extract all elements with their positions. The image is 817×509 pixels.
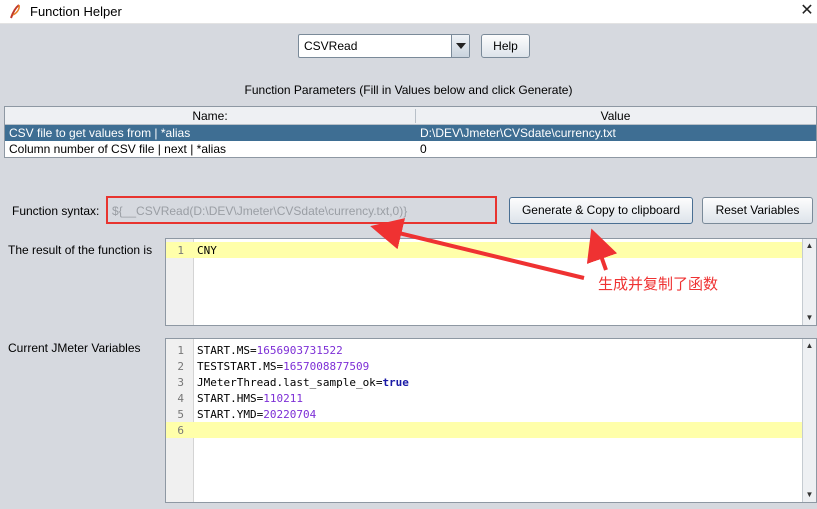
parameters-table: Name: Value CSV file to get values from … xyxy=(4,106,817,158)
variable-value: 20220704 xyxy=(263,408,317,421)
column-header-name[interactable]: Name: xyxy=(5,109,415,123)
vertical-scrollbar[interactable]: ▲ ▼ xyxy=(802,339,816,502)
param-name: CSV file to get values from | *alias xyxy=(9,126,191,140)
table-row[interactable]: CSV file to get values from | *alias D:\… xyxy=(5,125,816,141)
variable-value: 1656903731522 xyxy=(256,344,343,357)
code-line: 2 TESTSTART.MS=1657008877509 xyxy=(166,358,802,374)
column-header-value[interactable]: Value xyxy=(415,109,815,123)
code-line: 1 CNY xyxy=(166,242,802,258)
variable-entry: START.HMS=110211 xyxy=(197,392,303,405)
result-editor[interactable]: 1 CNY ▲ ▼ xyxy=(165,238,817,326)
function-syntax-field[interactable]: ${__CSVRead(D:\DEV\Jmeter\CVSdate\curren… xyxy=(106,196,497,224)
line-number: 3 xyxy=(177,376,184,389)
variable-entry: JMeterThread.last_sample_ok=true xyxy=(197,376,409,389)
function-select[interactable]: CSVRead xyxy=(298,34,470,58)
variable-entry: TESTSTART.MS=1657008877509 xyxy=(197,360,370,373)
line-number: 6 xyxy=(177,424,184,437)
feather-icon xyxy=(10,4,20,19)
table-row[interactable]: Column number of CSV file | next | *alia… xyxy=(5,141,816,157)
line-number: 1 xyxy=(177,244,184,257)
line-number: 2 xyxy=(177,360,184,373)
function-syntax-label: Function syntax: xyxy=(12,204,100,218)
window-title: Function Helper xyxy=(30,4,122,19)
variable-value: 1657008877509 xyxy=(283,360,370,373)
code-line: 5 START.YMD=20220704 xyxy=(166,406,802,422)
result-label: The result of the function is xyxy=(8,243,153,257)
table-header: Name: Value xyxy=(5,107,816,125)
code-line: 4 START.HMS=110211 xyxy=(166,390,802,406)
param-value[interactable]: 0 xyxy=(420,142,427,156)
code-line: 1 START.MS=1656903731522 xyxy=(166,342,802,358)
close-icon[interactable]: ✕ xyxy=(798,2,816,20)
variable-value: 110211 xyxy=(263,392,303,405)
variable-value: true xyxy=(382,376,409,389)
code-line: 3 JMeterThread.last_sample_ok=true xyxy=(166,374,802,390)
result-text: CNY xyxy=(197,244,217,257)
generate-copy-button[interactable]: Generate & Copy to clipboard xyxy=(509,197,693,224)
variable-key: TESTSTART.MS xyxy=(197,360,277,373)
param-value[interactable]: D:\DEV\Jmeter\CVSdate\currency.txt xyxy=(420,126,616,140)
line-number: 5 xyxy=(177,408,184,421)
param-name: Column number of CSV file | next | *alia… xyxy=(9,142,226,156)
reset-variables-button[interactable]: Reset Variables xyxy=(702,197,813,224)
scroll-up-icon[interactable]: ▲ xyxy=(805,241,814,251)
help-button[interactable]: Help xyxy=(481,34,530,58)
scroll-up-icon[interactable]: ▲ xyxy=(805,341,814,351)
scroll-down-icon[interactable]: ▼ xyxy=(805,490,814,500)
variable-key: START.HMS xyxy=(197,392,257,405)
chevron-down-icon[interactable] xyxy=(451,35,469,57)
code-line: 6 xyxy=(166,422,802,438)
variable-key: START.YMD xyxy=(197,408,257,421)
function-syntax-value: ${__CSVRead(D:\DEV\Jmeter\CVSdate\curren… xyxy=(112,204,408,218)
title-bar: Function Helper ✕ xyxy=(0,0,817,24)
variable-entry: START.YMD=20220704 xyxy=(197,408,317,421)
line-number: 4 xyxy=(177,392,184,405)
variables-label: Current JMeter Variables xyxy=(8,341,141,355)
vertical-scrollbar[interactable]: ▲ ▼ xyxy=(802,239,816,325)
variable-entry: START.MS=1656903731522 xyxy=(197,344,343,357)
variables-editor[interactable]: 1 START.MS=1656903731522 2 TESTSTART.MS=165… xyxy=(165,338,817,503)
parameters-heading: Function Parameters (Fill in Values belo… xyxy=(244,83,573,97)
variable-key: START.MS xyxy=(197,344,250,357)
scroll-down-icon[interactable]: ▼ xyxy=(805,313,814,323)
variable-key: JMeterThread.last_sample_ok xyxy=(197,376,376,389)
annotation-text: 生成并复制了函数 xyxy=(598,276,719,293)
function-select-value: CSVRead xyxy=(304,39,358,53)
line-number: 1 xyxy=(177,344,184,357)
